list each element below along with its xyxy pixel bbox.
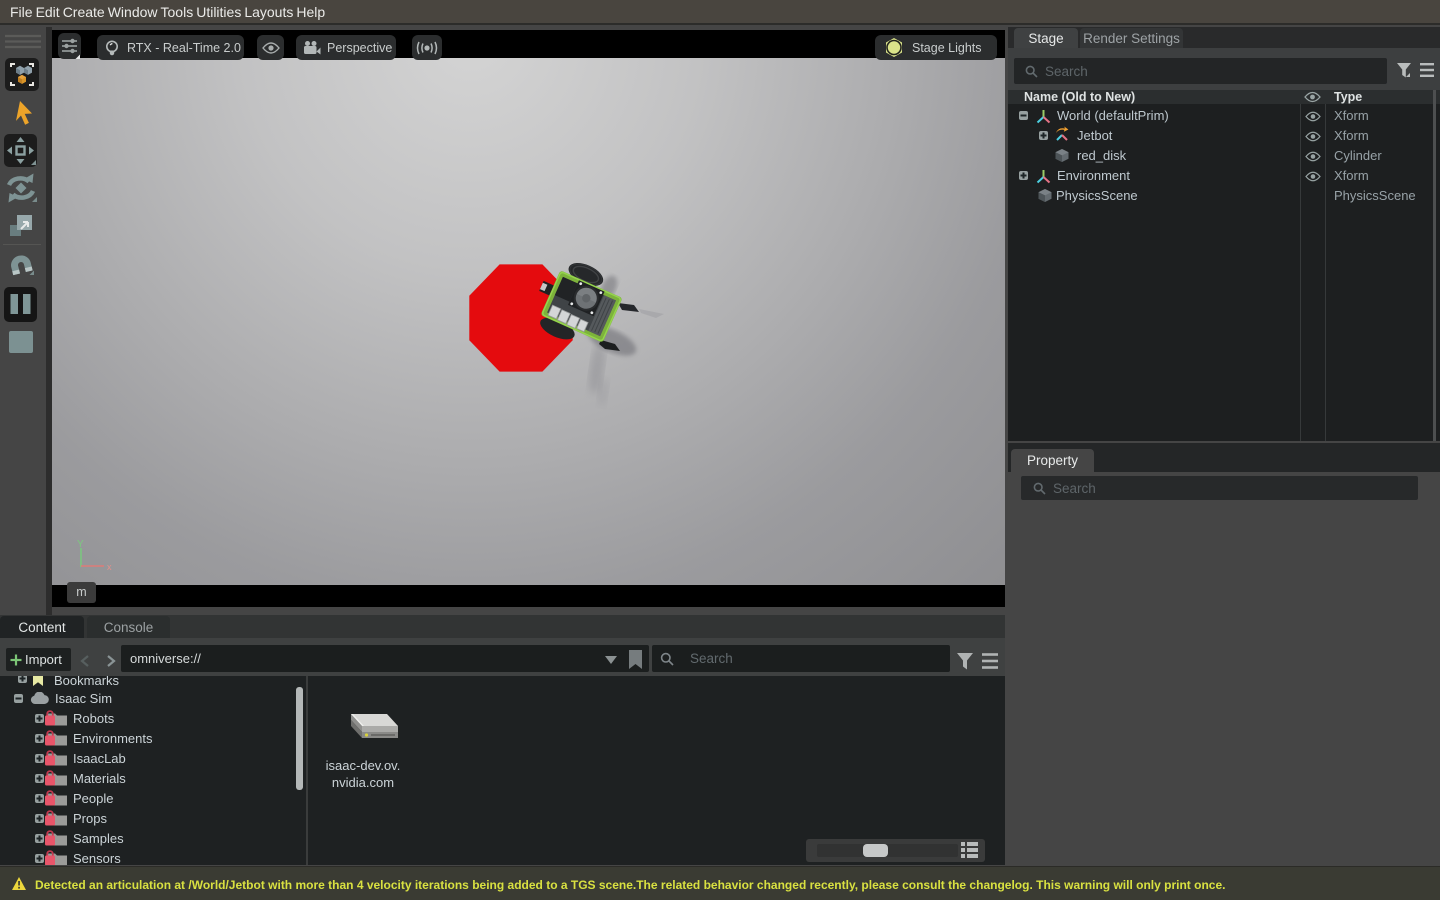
- svg-text:Y: Y: [77, 539, 84, 550]
- svg-text:x: x: [107, 562, 112, 572]
